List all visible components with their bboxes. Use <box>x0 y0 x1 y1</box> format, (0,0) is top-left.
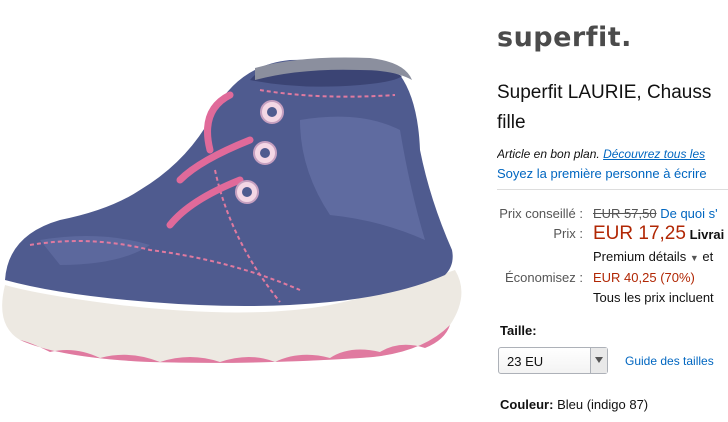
product-info-panel: superfit. Superfit LAURIE, Chauss fille … <box>497 0 728 422</box>
premium-link[interactable]: Premium détails <box>593 249 686 264</box>
list-price-value: EUR 57,50 De quoi s' <box>593 206 718 221</box>
savings-label: Économisez : <box>504 270 583 285</box>
product-title-line1: Superfit LAURIE, Chauss <box>497 82 712 103</box>
tax-note: Tous les prix incluent <box>593 290 714 305</box>
chevron-down-icon[interactable] <box>590 348 607 373</box>
savings-row: Économisez : EUR 40,25 (70%) <box>497 270 728 288</box>
list-price-label: Prix conseillé : <box>499 206 583 221</box>
delivery-text: Livrai <box>689 227 725 242</box>
color-value: Bleu (indigo 87) <box>557 397 649 412</box>
product-title: Superfit LAURIE, Chauss fille <box>497 78 711 138</box>
size-selected-value: 23 EU <box>507 354 544 369</box>
product-title-line2: fille <box>497 112 526 133</box>
brand-logo-text: superfit. <box>497 22 632 53</box>
price-label: Prix : <box>553 226 583 241</box>
size-guide-link[interactable]: Guide des tailles <box>625 354 714 368</box>
divider <box>497 189 728 190</box>
deal-prefix: Article en bon plan. <box>497 147 600 161</box>
chevron-down-icon[interactable]: ▼ <box>690 253 699 263</box>
list-price: EUR 57,50 <box>593 206 657 221</box>
color-label: Couleur: <box>500 397 554 412</box>
size-select[interactable]: 23 EU <box>498 347 608 374</box>
list-price-info-link[interactable]: De quoi s' <box>660 206 717 221</box>
size-label: Taille: <box>500 323 537 338</box>
premium-row: Premium détails ▼ et <box>593 249 713 264</box>
list-price-row: Prix conseillé : EUR 57,50 De quoi s' <box>497 206 728 224</box>
brand-logo[interactable]: superfit. <box>497 22 632 53</box>
write-review-link[interactable]: Soyez la première personne à écrire <box>497 166 707 181</box>
current-price: EUR 17,25 <box>593 223 686 244</box>
product-image[interactable] <box>0 40 470 380</box>
deal-note: Article en bon plan. Découvrez tous les <box>497 147 705 161</box>
price-row: Prix : EUR 17,25 Livrai <box>497 223 728 249</box>
deal-link[interactable]: Découvrez tous les <box>603 147 705 161</box>
savings-value: EUR 40,25 (70%) <box>593 270 695 285</box>
premium-suffix: et <box>702 249 714 264</box>
shoe-illustration <box>2 57 462 363</box>
color-row: Couleur: Bleu (indigo 87) <box>500 397 648 412</box>
price-value: EUR 17,25 Livrai <box>593 223 724 245</box>
